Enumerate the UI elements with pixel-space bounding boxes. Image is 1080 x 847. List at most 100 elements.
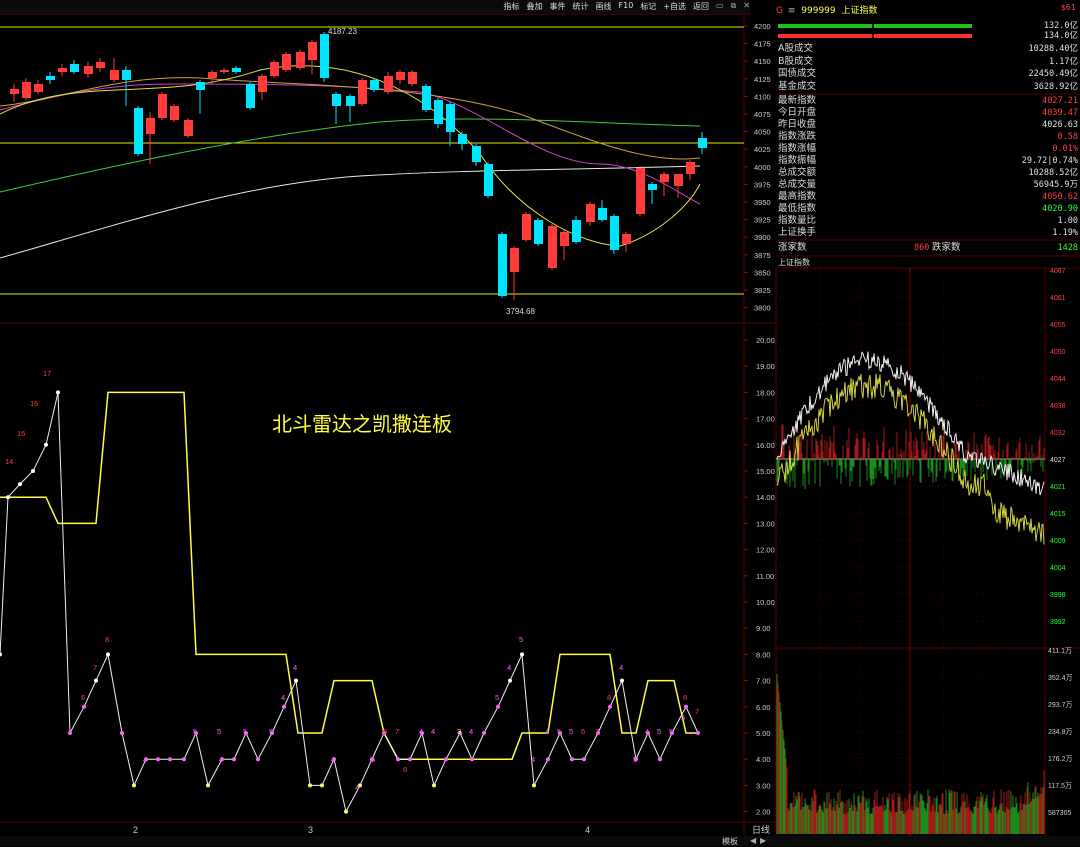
quote-header: G ≡ 999999 上证指数 $61 xyxy=(776,3,1076,17)
index-row-value: 0.01% xyxy=(1052,144,1078,154)
candle-body xyxy=(434,100,443,124)
index-row-value: 56945.9万 xyxy=(1033,180,1078,190)
market-row: 国债成交 22450.49亿 xyxy=(778,68,1078,80)
prev-icon[interactable]: ◀ xyxy=(750,836,756,845)
index-row-label: 总成交量 xyxy=(778,179,817,190)
indicator-point-label: 5 xyxy=(681,713,685,722)
indicator-point-label: 5 xyxy=(193,727,197,736)
market-row-label: 国债成交 xyxy=(778,68,817,79)
index-row-value: 4027.21 xyxy=(1042,96,1078,106)
indicator-point-label: 5 xyxy=(519,635,523,644)
candle-body xyxy=(134,108,143,154)
indicator-point-label: 4 xyxy=(619,663,623,672)
intraday-price-tick: 4055 xyxy=(1050,322,1066,329)
indicator-point xyxy=(520,652,524,657)
intraday-price-tick: 4032 xyxy=(1050,430,1066,437)
market-row: 基金成交 3628.92亿 xyxy=(778,81,1078,93)
minimize-icon[interactable]: ▭ xyxy=(716,1,724,12)
indicator-point-label: 7 xyxy=(395,727,399,736)
indicator-point xyxy=(282,704,286,709)
toolbar-f10[interactable]: F10 xyxy=(619,1,634,12)
indicator-point-label: 6 xyxy=(581,727,585,736)
index-row: 最高指数 4050.62 xyxy=(778,191,1078,203)
indicator-point-label: 4 xyxy=(545,727,549,736)
market-row-value: 3628.92亿 xyxy=(1033,81,1078,92)
indicator-point-label: 5 xyxy=(669,727,673,736)
toolbar-overlay[interactable]: 叠加 xyxy=(527,1,543,12)
market-row-label: A股成交 xyxy=(778,43,813,54)
index-row-label: 最高指数 xyxy=(778,191,817,202)
indicator-point xyxy=(18,482,22,487)
indicator-point xyxy=(608,704,612,709)
indicator-point xyxy=(546,757,550,762)
indicator-point-label: 5 xyxy=(243,727,247,736)
candle-body xyxy=(698,138,707,148)
index-row-value: 29.72|0.74% xyxy=(1021,156,1078,166)
toolbar-draw[interactable]: 画线 xyxy=(596,1,612,12)
toolbar-indicator[interactable]: 指标 xyxy=(504,1,520,12)
menu-icon[interactable]: ≡ xyxy=(788,6,796,16)
indicator-point-label: 14 xyxy=(5,457,13,466)
toolbar-add-watch[interactable]: +自选 xyxy=(663,1,686,12)
candle-body xyxy=(158,94,167,118)
indicator-point xyxy=(256,757,260,762)
indicator-point xyxy=(432,783,436,788)
indicator-point xyxy=(31,469,35,473)
candle-body xyxy=(246,84,255,108)
indicator-point xyxy=(232,757,236,762)
market-row-value: 1.17亿 xyxy=(1049,56,1078,67)
indicator-point-label: 4 xyxy=(469,727,473,736)
index-row-label: 最新指数 xyxy=(778,95,817,106)
candle-body xyxy=(422,86,431,110)
toolbar-mark[interactable]: 标记 xyxy=(640,1,656,12)
candle-body xyxy=(598,208,607,220)
x-axis-label-1: 2 xyxy=(133,825,138,835)
indicator-point-label: 5 xyxy=(269,727,273,736)
candle-body xyxy=(208,72,217,78)
candle-body xyxy=(408,72,417,84)
candle-body xyxy=(610,216,619,250)
indicator-point-label: 4 xyxy=(219,755,223,764)
template-tab[interactable]: 模板 xyxy=(722,836,738,847)
next-icon[interactable]: ▶ xyxy=(760,836,766,845)
index-row: 指数振幅 29.72|0.74% xyxy=(778,155,1078,167)
candle-body xyxy=(308,42,317,60)
main-chart[interactable]: 4200417541504125410040754050402540003975… xyxy=(0,14,776,836)
index-row-value: 1.00 xyxy=(1057,216,1078,226)
indicator-point-label: 5 xyxy=(495,693,499,702)
volume-tick: 587305 xyxy=(1048,810,1071,817)
index-row: 上证换手 1.19% xyxy=(778,227,1078,239)
toolbar-events[interactable]: 事件 xyxy=(550,1,566,12)
candle-body xyxy=(258,76,267,92)
indicator-point-label: 6 xyxy=(403,765,407,774)
close-icon[interactable]: ✕ xyxy=(743,1,750,12)
volume-tick: 352.4万 xyxy=(1048,674,1073,682)
candle-body xyxy=(384,76,393,92)
candle-body xyxy=(184,120,193,136)
index-row: 指数涨幅 0.01% xyxy=(778,143,1078,155)
indicator-point xyxy=(684,704,688,709)
index-row: 指数涨跌 0.58 xyxy=(778,131,1078,143)
indicator-point xyxy=(56,390,60,395)
toolbar-stats[interactable]: 统计 xyxy=(573,1,589,12)
volume-tick: 411.1万 xyxy=(1048,647,1072,655)
index-row-label: 今日开盘 xyxy=(778,107,817,118)
restore-icon[interactable]: ⧉ xyxy=(731,1,737,12)
candle-body xyxy=(320,34,329,78)
chart-toolbar: 指标 叠加 事件 统计 画线 F10 标记 +自选 返回 ▭ ⧉ ✕ xyxy=(0,0,750,15)
indicator-point-label: 4 xyxy=(531,755,535,764)
candle-body xyxy=(572,220,581,242)
index-row-label: 指数振幅 xyxy=(778,155,817,166)
indicator-point-label: 5 xyxy=(633,755,637,764)
index-row-label: 上证换手 xyxy=(778,227,817,238)
indicator-zigzag-line xyxy=(0,392,699,814)
candle-body xyxy=(560,232,569,246)
index-row: 最低指数 4020.90 xyxy=(778,203,1078,215)
intraday-price-tick: 4021 xyxy=(1050,484,1066,491)
toolbar-back[interactable]: 返回 xyxy=(693,1,709,12)
volume-tick: 176.2万 xyxy=(1048,755,1073,763)
volume-tick: 117.5万 xyxy=(1048,782,1072,790)
candle-body xyxy=(548,226,557,268)
indicator-point-label: 7 xyxy=(595,727,599,736)
candle-body xyxy=(146,118,155,134)
